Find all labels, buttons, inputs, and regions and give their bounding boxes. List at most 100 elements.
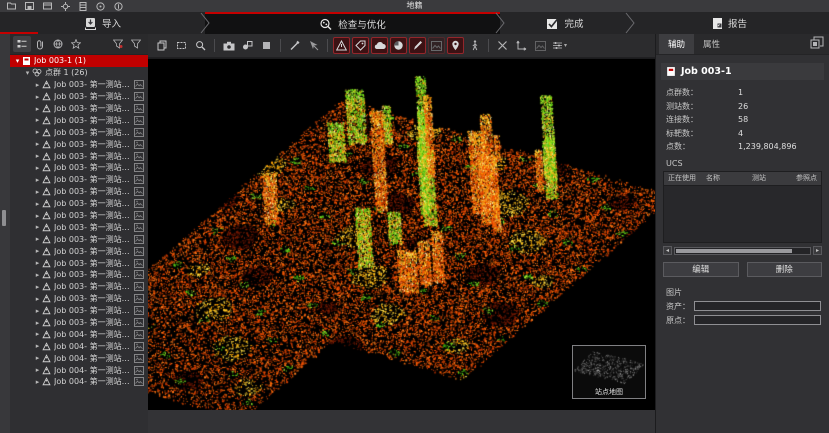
open-folder-icon[interactable]: [7, 2, 16, 10]
cube-icon[interactable]: [258, 37, 275, 54]
tree-item-station[interactable]: ▸ Job 003- 第一测站 018 (4): [10, 281, 148, 293]
expander-icon[interactable]: ▸: [33, 342, 42, 350]
expander-icon[interactable]: ▸: [33, 200, 42, 208]
tree-item-station[interactable]: ▸ Job 003- 第一测站 014 (4): [10, 233, 148, 245]
image-thumbnail-icon[interactable]: [134, 140, 144, 149]
minimap[interactable]: 站点地图: [572, 345, 646, 399]
ucs-column-header[interactable]: 测站: [748, 173, 792, 183]
tree-item-station[interactable]: ▸ Job 004- 第一测站 003 (4): [10, 352, 148, 364]
tree-item-station[interactable]: ▸ Job 003- 第一测站 016 (4): [10, 257, 148, 269]
expander-icon[interactable]: ▸: [33, 307, 42, 315]
image-thumbnail-icon[interactable]: [134, 318, 144, 327]
ucs-column-header[interactable]: 正在使用: [664, 173, 702, 183]
tree-item-station[interactable]: ▸ Job 003- 第一测站 009 (3): [10, 174, 148, 186]
tree-item-station[interactable]: ▸ Job 004- 第一测站 001 (3): [10, 328, 148, 340]
paperclip-icon[interactable]: [31, 36, 49, 52]
expander-icon[interactable]: ▸: [33, 116, 42, 124]
scrollbar-thumb[interactable]: [676, 249, 792, 253]
workflow-step-report[interactable]: 报告: [630, 12, 829, 34]
tree-item-station[interactable]: ▸ Job 004- 第一测站 002 (6): [10, 340, 148, 352]
walk-person-icon[interactable]: [466, 37, 483, 54]
float-panel-icon[interactable]: [810, 36, 824, 49]
tree-root-item[interactable]: ▾ Job 003-1 (1): [10, 55, 148, 67]
expander-icon[interactable]: ▸: [33, 330, 42, 338]
project-tree-icon[interactable]: [13, 36, 31, 52]
workflow-step-import[interactable]: 导入: [0, 12, 205, 34]
measure-pen-icon[interactable]: [286, 37, 303, 54]
help-circle-icon[interactable]: [96, 2, 105, 11]
expander-icon[interactable]: ▸: [33, 105, 42, 113]
camera-icon[interactable]: [220, 37, 237, 54]
shapes-icon[interactable]: [239, 37, 256, 54]
tab-auxiliary[interactable]: 辅助: [659, 34, 694, 54]
ucs-column-header[interactable]: 名称: [702, 173, 748, 183]
panel-grip-handle[interactable]: [2, 210, 6, 226]
tree-item-station[interactable]: ▸ Job 003- 第一测站 020 (5): [10, 305, 148, 317]
expander-icon[interactable]: ▸: [33, 366, 42, 374]
warning-triangle-icon[interactable]: [333, 37, 350, 54]
export-card-icon[interactable]: [43, 2, 52, 10]
cloud-icon[interactable]: [371, 37, 388, 54]
pages-icon[interactable]: [154, 37, 171, 54]
expander-icon[interactable]: ▸: [33, 319, 42, 327]
scrollbar-track[interactable]: [674, 247, 811, 255]
image-thumbnail-icon[interactable]: [134, 270, 144, 279]
tree-item-station[interactable]: ▸ Job 003- 第一测站 010 (3): [10, 186, 148, 198]
image-thumbnail-icon[interactable]: [134, 282, 144, 291]
expander-icon[interactable]: ▸: [33, 271, 42, 279]
map-pin-icon[interactable]: [447, 37, 464, 54]
database-icon[interactable]: [79, 2, 87, 11]
pencil-icon[interactable]: [409, 37, 426, 54]
image-thumbnail-icon[interactable]: [134, 235, 144, 244]
tree-item-station[interactable]: ▸ Job 003- 第一测站 002 (5): [10, 91, 148, 103]
image-thumbnail-icon[interactable]: [134, 152, 144, 161]
workflow-step-inspect[interactable]: 检查与优化: [205, 12, 500, 34]
image-thumbnail-icon[interactable]: [134, 223, 144, 232]
tab-properties[interactable]: 属性: [694, 34, 729, 54]
expander-icon[interactable]: ▸: [33, 259, 42, 267]
tree-item-station[interactable]: ▸ Job 003- 第一测站 021 (9): [10, 317, 148, 329]
tree-item-station[interactable]: ▸ Job 003- 第一测站 015 (4): [10, 245, 148, 257]
image-thumbnail-icon[interactable]: [134, 247, 144, 256]
image-thumbnail-icon[interactable]: [134, 211, 144, 220]
ucs-horizontal-scrollbar[interactable]: ◂ ▸: [663, 246, 822, 256]
image-field-input[interactable]: [694, 301, 821, 311]
image-thumbnail-icon[interactable]: [134, 354, 144, 363]
workflow-step-complete[interactable]: 完成: [500, 12, 630, 34]
tag-icon[interactable]: [352, 37, 369, 54]
zoom-window-icon[interactable]: [192, 37, 209, 54]
image-thumbnail-icon[interactable]: [134, 116, 144, 125]
expander-icon[interactable]: ▸: [33, 283, 42, 291]
image-thumbnail-icon[interactable]: [134, 128, 144, 137]
expander-icon[interactable]: ▸: [33, 81, 42, 89]
expander-icon[interactable]: ▸: [33, 378, 42, 386]
expander-icon[interactable]: ▸: [33, 235, 42, 243]
tools-dropdown-icon[interactable]: ▾: [551, 37, 568, 54]
scroll-right-icon[interactable]: ▸: [813, 246, 822, 255]
expander-icon[interactable]: ▾: [23, 69, 32, 77]
tree-item-station[interactable]: ▸ Job 003- 第一测站 005 (7): [10, 126, 148, 138]
expander-icon[interactable]: ▾: [13, 57, 22, 65]
axis-icon[interactable]: [513, 37, 530, 54]
image-thumbnail-icon[interactable]: [134, 366, 144, 375]
frame-select-icon[interactable]: [173, 37, 190, 54]
image-thumbnail-icon[interactable]: [134, 330, 144, 339]
filter-gray-icon[interactable]: [127, 36, 145, 52]
pick-point-icon[interactable]: [305, 37, 322, 54]
cut-icon[interactable]: [494, 37, 511, 54]
image-thumbnail-icon[interactable]: [134, 199, 144, 208]
delete-button[interactable]: 删除: [747, 262, 823, 277]
ucs-table[interactable]: 正在使用名称测站参照点: [663, 171, 822, 243]
sphere-pie-icon[interactable]: [390, 37, 407, 54]
globe-icon[interactable]: [49, 36, 67, 52]
image-thumbnail-icon[interactable]: [134, 104, 144, 113]
tree-item-station[interactable]: ▸ Job 003- 第一测站 008 (2): [10, 162, 148, 174]
image-thumbnail-icon[interactable]: [134, 175, 144, 184]
tree-item-station[interactable]: ▸ Job 003- 第一测站 019 (2): [10, 293, 148, 305]
pointcloud-viewport[interactable]: 站点地图: [148, 58, 655, 410]
expander-icon[interactable]: ▸: [33, 223, 42, 231]
tree-item-station[interactable]: ▸ Job 003- 第一测站 017 (3): [10, 269, 148, 281]
tree-item-station[interactable]: ▸ Job 003- 第一测站 006 (4): [10, 138, 148, 150]
edit-button[interactable]: 编辑: [663, 262, 739, 277]
tree-item-station[interactable]: ▸ Job 003- 第一测站 012 (5): [10, 210, 148, 222]
